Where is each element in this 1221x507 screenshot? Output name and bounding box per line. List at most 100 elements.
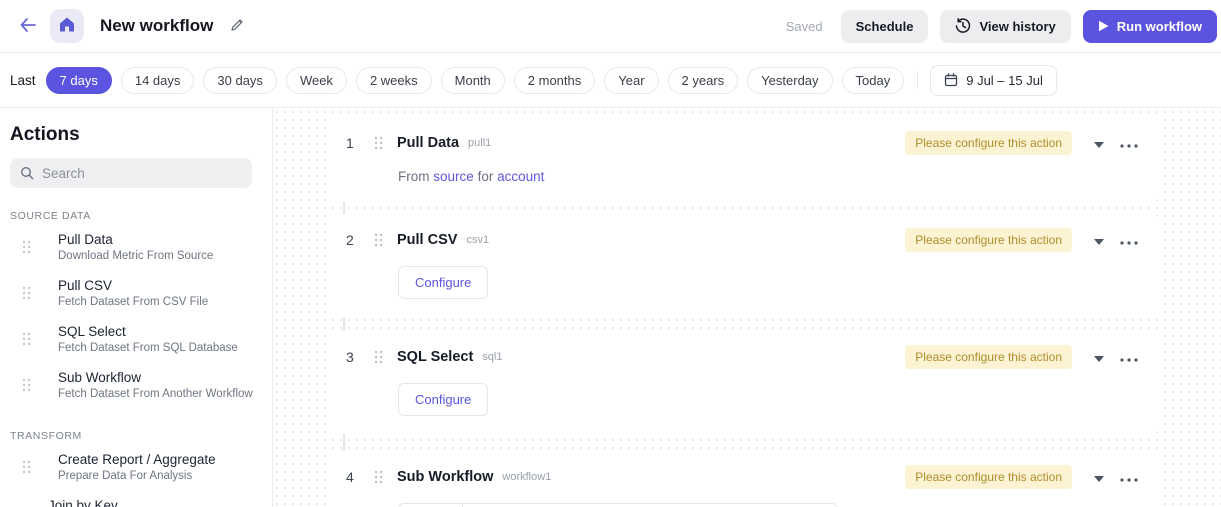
page-title: New workflow — [100, 16, 214, 35]
configure-warning-badge: Please configure this action — [905, 345, 1072, 369]
action-subtitle: Prepare Data For Analysis — [58, 470, 193, 482]
collapse-step-button[interactable] — [1094, 136, 1104, 151]
action-item-join-by-key[interactable]: Join by Key — [0, 490, 272, 507]
run-workflow-button[interactable]: Run workflow — [1082, 9, 1217, 43]
time-range-bar: Last 7 days 14 days 30 days Week 2 weeks… — [0, 53, 1221, 108]
drag-handle-icon[interactable] — [374, 470, 383, 484]
step-connector-line — [343, 434, 345, 451]
configure-warning-badge: Please configure this action — [905, 465, 1072, 489]
action-subtitle: Fetch Dataset From Another Workflow — [58, 388, 253, 400]
play-icon — [1098, 20, 1109, 32]
sentence-text: From — [398, 169, 430, 184]
chevron-down-icon — [1094, 233, 1104, 248]
schedule-button[interactable]: Schedule — [840, 9, 929, 43]
action-subtitle: Fetch Dataset From CSV File — [58, 296, 209, 308]
configure-warning-badge: Please configure this action — [905, 131, 1072, 155]
back-arrow-icon — [19, 17, 37, 36]
actions-sidebar: Actions SOURCE DATA Pull Data Download M… — [0, 108, 273, 507]
ellipsis-icon — [1120, 350, 1138, 365]
configure-button[interactable]: Configure — [398, 383, 489, 416]
report-select-field: Report — [398, 503, 838, 507]
range-pill-14-days[interactable]: 14 days — [120, 66, 195, 94]
range-pill-month[interactable]: Month — [440, 66, 505, 94]
search-input[interactable] — [42, 165, 242, 181]
drag-handle-icon[interactable] — [22, 332, 31, 346]
source-link[interactable]: source — [433, 169, 474, 184]
date-range-label: 9 Jul – 15 Jul — [966, 72, 1043, 88]
action-item-sub-workflow[interactable]: Sub Workflow Fetch Dataset From Another … — [0, 362, 272, 408]
configure-button[interactable]: Configure — [398, 266, 489, 299]
actions-search[interactable] — [10, 158, 252, 188]
step-title: Pull Data — [397, 135, 460, 151]
drag-handle-icon[interactable] — [22, 286, 31, 300]
drag-handle-icon[interactable] — [374, 136, 383, 150]
ellipsis-icon — [1120, 470, 1138, 485]
step-id: workflow1 — [502, 471, 552, 483]
workflow-step-2-card: 2 Pull CSV csv1 Please configure this ac… — [328, 214, 1160, 317]
step-id: pull1 — [468, 137, 492, 149]
step-menu-button[interactable] — [1120, 233, 1138, 248]
section-label-transform: TRANSFORM — [10, 430, 82, 442]
calendar-icon — [944, 73, 958, 87]
collapse-step-button[interactable] — [1094, 350, 1104, 365]
chevron-down-icon — [1094, 470, 1104, 485]
action-title: Create Report / Aggregate — [58, 452, 216, 467]
chevron-down-icon — [1094, 350, 1104, 365]
pencil-icon — [230, 18, 244, 35]
workflow-step-3-card: 3 SQL Select sql1 Please configure this … — [328, 331, 1160, 434]
drag-handle-icon[interactable] — [374, 350, 383, 364]
action-item-pull-data[interactable]: Pull Data Download Metric From Source — [0, 224, 272, 270]
date-range-picker[interactable]: 9 Jul – 15 Jul — [930, 64, 1057, 96]
drag-handle-icon[interactable] — [22, 240, 31, 254]
step-config-sentence: From source for account — [398, 169, 1138, 184]
history-clock-icon — [955, 18, 971, 34]
view-history-button[interactable]: View history — [940, 9, 1071, 43]
range-pill-7-days[interactable]: 7 days — [45, 66, 112, 94]
section-label-source-data: SOURCE DATA — [10, 210, 91, 222]
step-number: 3 — [346, 349, 354, 365]
step-menu-button[interactable] — [1120, 470, 1138, 485]
step-menu-button[interactable] — [1120, 136, 1138, 151]
action-item-create-report[interactable]: Create Report / Aggregate Prepare Data F… — [0, 444, 272, 490]
workflow-step-4-card: 4 Sub Workflow workflow1 Please configur… — [328, 451, 1160, 507]
step-number: 4 — [346, 469, 354, 485]
drag-handle-icon[interactable] — [374, 233, 383, 247]
action-item-pull-csv[interactable]: Pull CSV Fetch Dataset From CSV File — [0, 270, 272, 316]
range-pill-year[interactable]: Year — [604, 66, 659, 94]
edit-title-button[interactable] — [225, 14, 249, 38]
workflow-canvas: 1 Pull Data pull1 Please configure this … — [273, 108, 1221, 507]
action-item-sql-select[interactable]: SQL Select Fetch Dataset From SQL Databa… — [0, 316, 272, 362]
action-subtitle: Fetch Dataset From SQL Database — [58, 342, 238, 354]
saved-status: Saved — [785, 18, 823, 34]
collapse-step-button[interactable] — [1094, 233, 1104, 248]
range-pill-today[interactable]: Today — [841, 66, 905, 94]
timebar-divider — [917, 71, 919, 89]
drag-handle-icon[interactable] — [22, 378, 31, 392]
account-link[interactable]: account — [497, 169, 544, 184]
step-id: sql1 — [482, 351, 503, 363]
step-number: 2 — [346, 232, 354, 248]
last-label: Last — [10, 72, 36, 88]
action-subtitle: Download Metric From Source — [58, 250, 214, 262]
range-pill-week[interactable]: Week — [285, 66, 347, 94]
step-connector-line — [343, 202, 345, 214]
step-connector-line — [343, 317, 345, 331]
back-button[interactable] — [14, 12, 42, 40]
range-pill-30-days[interactable]: 30 days — [203, 66, 277, 94]
collapse-step-button[interactable] — [1094, 470, 1104, 485]
configure-warning-badge: Please configure this action — [905, 228, 1072, 252]
step-title: Pull CSV — [397, 232, 458, 248]
step-title: Sub Workflow — [397, 469, 494, 485]
drag-handle-icon[interactable] — [22, 460, 31, 474]
range-pill-2-months[interactable]: 2 months — [513, 66, 596, 94]
step-menu-button[interactable] — [1120, 350, 1138, 365]
schedule-button-label: Schedule — [855, 18, 914, 34]
view-history-button-label: View history — [979, 18, 1056, 34]
range-pill-yesterday[interactable]: Yesterday — [747, 66, 833, 94]
home-button[interactable] — [50, 9, 84, 43]
range-pill-2-weeks[interactable]: 2 weeks — [355, 66, 432, 94]
sidebar-title: Actions — [10, 124, 80, 145]
action-title: Join by Key — [48, 498, 118, 507]
top-header: New workflow Saved Schedule View history… — [0, 0, 1221, 53]
range-pill-2-years[interactable]: 2 years — [667, 66, 739, 94]
